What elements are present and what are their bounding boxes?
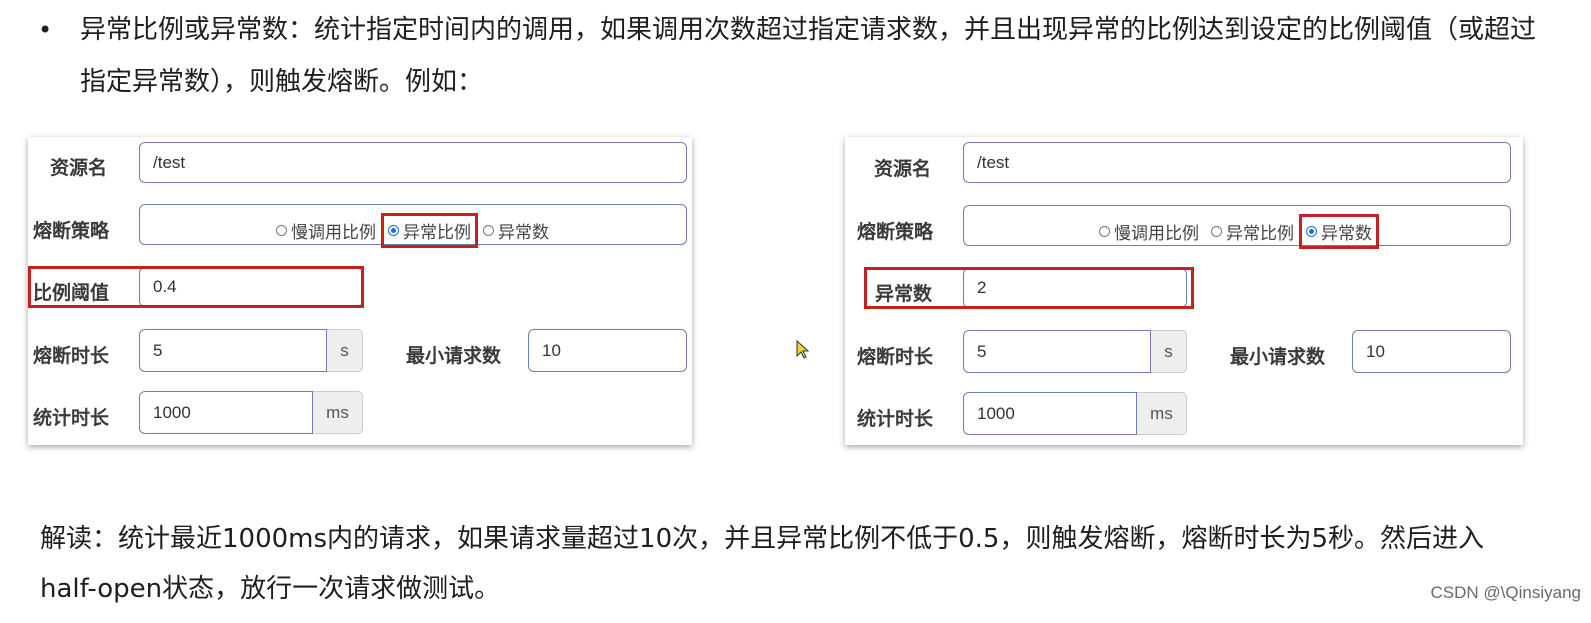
intro-paragraph: • 异常比例或异常数：统计指定时间内的调用，如果调用次数超过指定请求数，并且出现… <box>38 4 1548 108</box>
resource-input[interactable]: /test <box>139 142 687 183</box>
stat-duration-unit: ms <box>313 391 363 434</box>
stat-duration-label: 统计时长 <box>33 407 110 429</box>
radio-slow-ratio[interactable]: 慢调用比例 <box>272 216 380 245</box>
stat-duration-unit: ms <box>1137 392 1187 435</box>
radio-circle-selected-icon <box>388 225 399 236</box>
strategy-radio-group: 慢调用比例 异常比例 异常数 <box>1095 214 1379 249</box>
left-circuit-breaker-form: 资源名 /test 熔断策略 慢调用比例 异常比例 异常数 比例阈值 0.4 熔… <box>28 137 692 445</box>
radio-slow-ratio[interactable]: 慢调用比例 <box>1095 217 1203 246</box>
radio-circle-icon <box>483 225 494 236</box>
duration-unit: s <box>1151 330 1187 373</box>
resource-label: 资源名 <box>874 158 932 180</box>
threshold-label: 比例阈值 <box>33 282 110 304</box>
min-request-input[interactable]: 10 <box>1352 330 1511 373</box>
min-request-label: 最小请求数 <box>1230 346 1326 368</box>
strategy-label: 熔断策略 <box>33 220 110 242</box>
watermark: CSDN @\Qinsiyang <box>1430 583 1581 602</box>
bullet-icon: • <box>38 16 53 44</box>
radio-error-count[interactable]: 异常数 <box>1299 214 1379 249</box>
radio-error-ratio[interactable]: 异常比例 <box>1207 217 1298 246</box>
intro-text: 异常比例或异常数：统计指定时间内的调用，如果调用次数超过指定请求数，并且出现异常… <box>80 15 1537 97</box>
threshold-input[interactable]: 0.4 <box>139 267 363 307</box>
resource-label: 资源名 <box>50 157 108 179</box>
right-circuit-breaker-form: 资源名 /test 熔断策略 慢调用比例 异常比例 异常数 异常数 2 熔断时长… <box>845 137 1523 445</box>
duration-input[interactable]: 5 <box>963 330 1151 373</box>
error-count-input[interactable]: 2 <box>963 268 1187 308</box>
min-request-label: 最小请求数 <box>406 345 502 367</box>
stat-duration-input[interactable]: 1000 <box>963 392 1137 435</box>
min-request-input[interactable]: 10 <box>528 329 687 372</box>
mouse-cursor-icon <box>796 340 810 359</box>
stat-duration-label: 统计时长 <box>857 408 934 430</box>
strategy-radio-group: 慢调用比例 异常比例 异常数 <box>272 213 553 248</box>
radio-circle-icon <box>276 225 287 236</box>
error-count-label: 异常数 <box>875 283 933 305</box>
radio-circle-selected-icon <box>1306 226 1317 237</box>
strategy-label: 熔断策略 <box>857 221 934 243</box>
radio-circle-icon <box>1099 226 1110 237</box>
radio-error-count[interactable]: 异常数 <box>479 216 553 245</box>
duration-input[interactable]: 5 <box>139 329 327 372</box>
duration-unit: s <box>327 329 363 372</box>
duration-label: 熔断时长 <box>33 345 110 367</box>
explanation-note: 解读：统计最近1000ms内的请求，如果请求量超过10次，并且异常比例不低于0.… <box>40 524 1485 604</box>
duration-label: 熔断时长 <box>857 346 934 368</box>
radio-circle-icon <box>1211 226 1222 237</box>
radio-error-ratio[interactable]: 异常比例 <box>381 213 478 248</box>
resource-input[interactable]: /test <box>963 142 1511 183</box>
stat-duration-input[interactable]: 1000 <box>139 391 313 434</box>
